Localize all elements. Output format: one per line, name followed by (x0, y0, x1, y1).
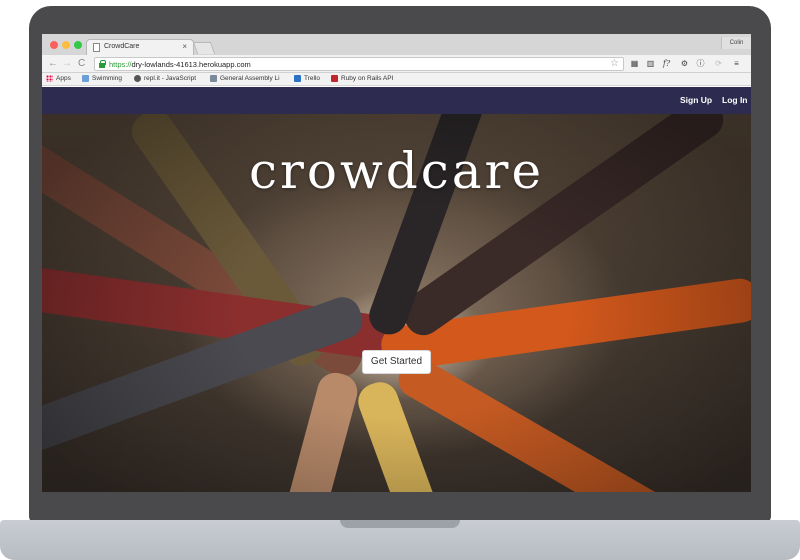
browser-window: CrowdCare × Colin ← → C https://dry-lowl… (42, 34, 751, 492)
hero-title: crowdcare (248, 142, 545, 200)
apps-icon (46, 75, 53, 82)
reload-icon[interactable]: C (78, 58, 85, 70)
bookmark-swimming[interactable]: Swimming (82, 75, 122, 82)
url-text: https://dry-lowlands-41613.herokuapp.com (109, 60, 251, 69)
gear-icon[interactable]: ⚙ (680, 59, 689, 68)
page-icon (93, 43, 100, 52)
window-maximize-button[interactable] (74, 41, 82, 49)
back-arrow-icon[interactable]: ← (48, 58, 58, 70)
window-close-button[interactable] (50, 41, 58, 49)
folder-icon (210, 75, 217, 82)
signup-link[interactable]: Sign Up (680, 95, 712, 105)
extension-function-icon[interactable]: f? (662, 59, 671, 68)
bookmark-star-icon[interactable]: ☆ (610, 58, 619, 69)
bookmark-trello[interactable]: Trello (294, 75, 320, 82)
extension-column-icon[interactable]: ▥ (646, 59, 655, 68)
tab-title: CrowdCare (104, 43, 140, 50)
hero-section: crowdcare Get Started (42, 114, 751, 492)
new-tab-button[interactable] (192, 42, 216, 54)
rails-icon (331, 75, 338, 82)
login-link[interactable]: Log In (722, 95, 748, 105)
trello-icon (294, 75, 301, 82)
tab-crowdcare[interactable]: CrowdCare × (86, 39, 194, 55)
bookmark-general-assembly[interactable]: General Assembly Li (210, 75, 280, 82)
laptop-notch (340, 520, 460, 528)
window-minimize-button[interactable] (62, 41, 70, 49)
menu-icon[interactable]: ≡ (732, 59, 741, 68)
swimming-icon (82, 75, 89, 82)
info-icon[interactable]: ⓘ (696, 59, 705, 68)
forward-arrow-icon[interactable]: → (62, 58, 72, 70)
repl-icon (134, 75, 141, 82)
extension-grid-icon[interactable]: ▦ (630, 59, 639, 68)
tab-close-icon[interactable]: × (182, 42, 187, 51)
bookmarks-bar: Apps Swimming repl.it - JavaScript Gener… (42, 73, 751, 86)
address-bar[interactable]: https://dry-lowlands-41613.herokuapp.com… (94, 57, 624, 71)
refresh-extension-icon[interactable]: ⟳ (714, 59, 723, 68)
lock-icon (99, 60, 106, 68)
browser-toolbar: ← → C https://dry-lowlands-41613.herokua… (42, 55, 751, 73)
site-navbar: Sign Up Log In (42, 87, 751, 114)
bookmark-rails-api[interactable]: Ruby on Rails API (331, 75, 393, 82)
get-started-button[interactable]: Get Started (362, 350, 431, 374)
web-page: Sign Up Log In crowdcare Get Started (42, 87, 751, 492)
bookmark-repl[interactable]: repl.it - JavaScript (134, 75, 196, 82)
profile-button[interactable]: Colin (721, 37, 751, 49)
bookmark-apps[interactable]: Apps (46, 75, 71, 82)
tab-strip: CrowdCare × Colin (42, 34, 751, 55)
